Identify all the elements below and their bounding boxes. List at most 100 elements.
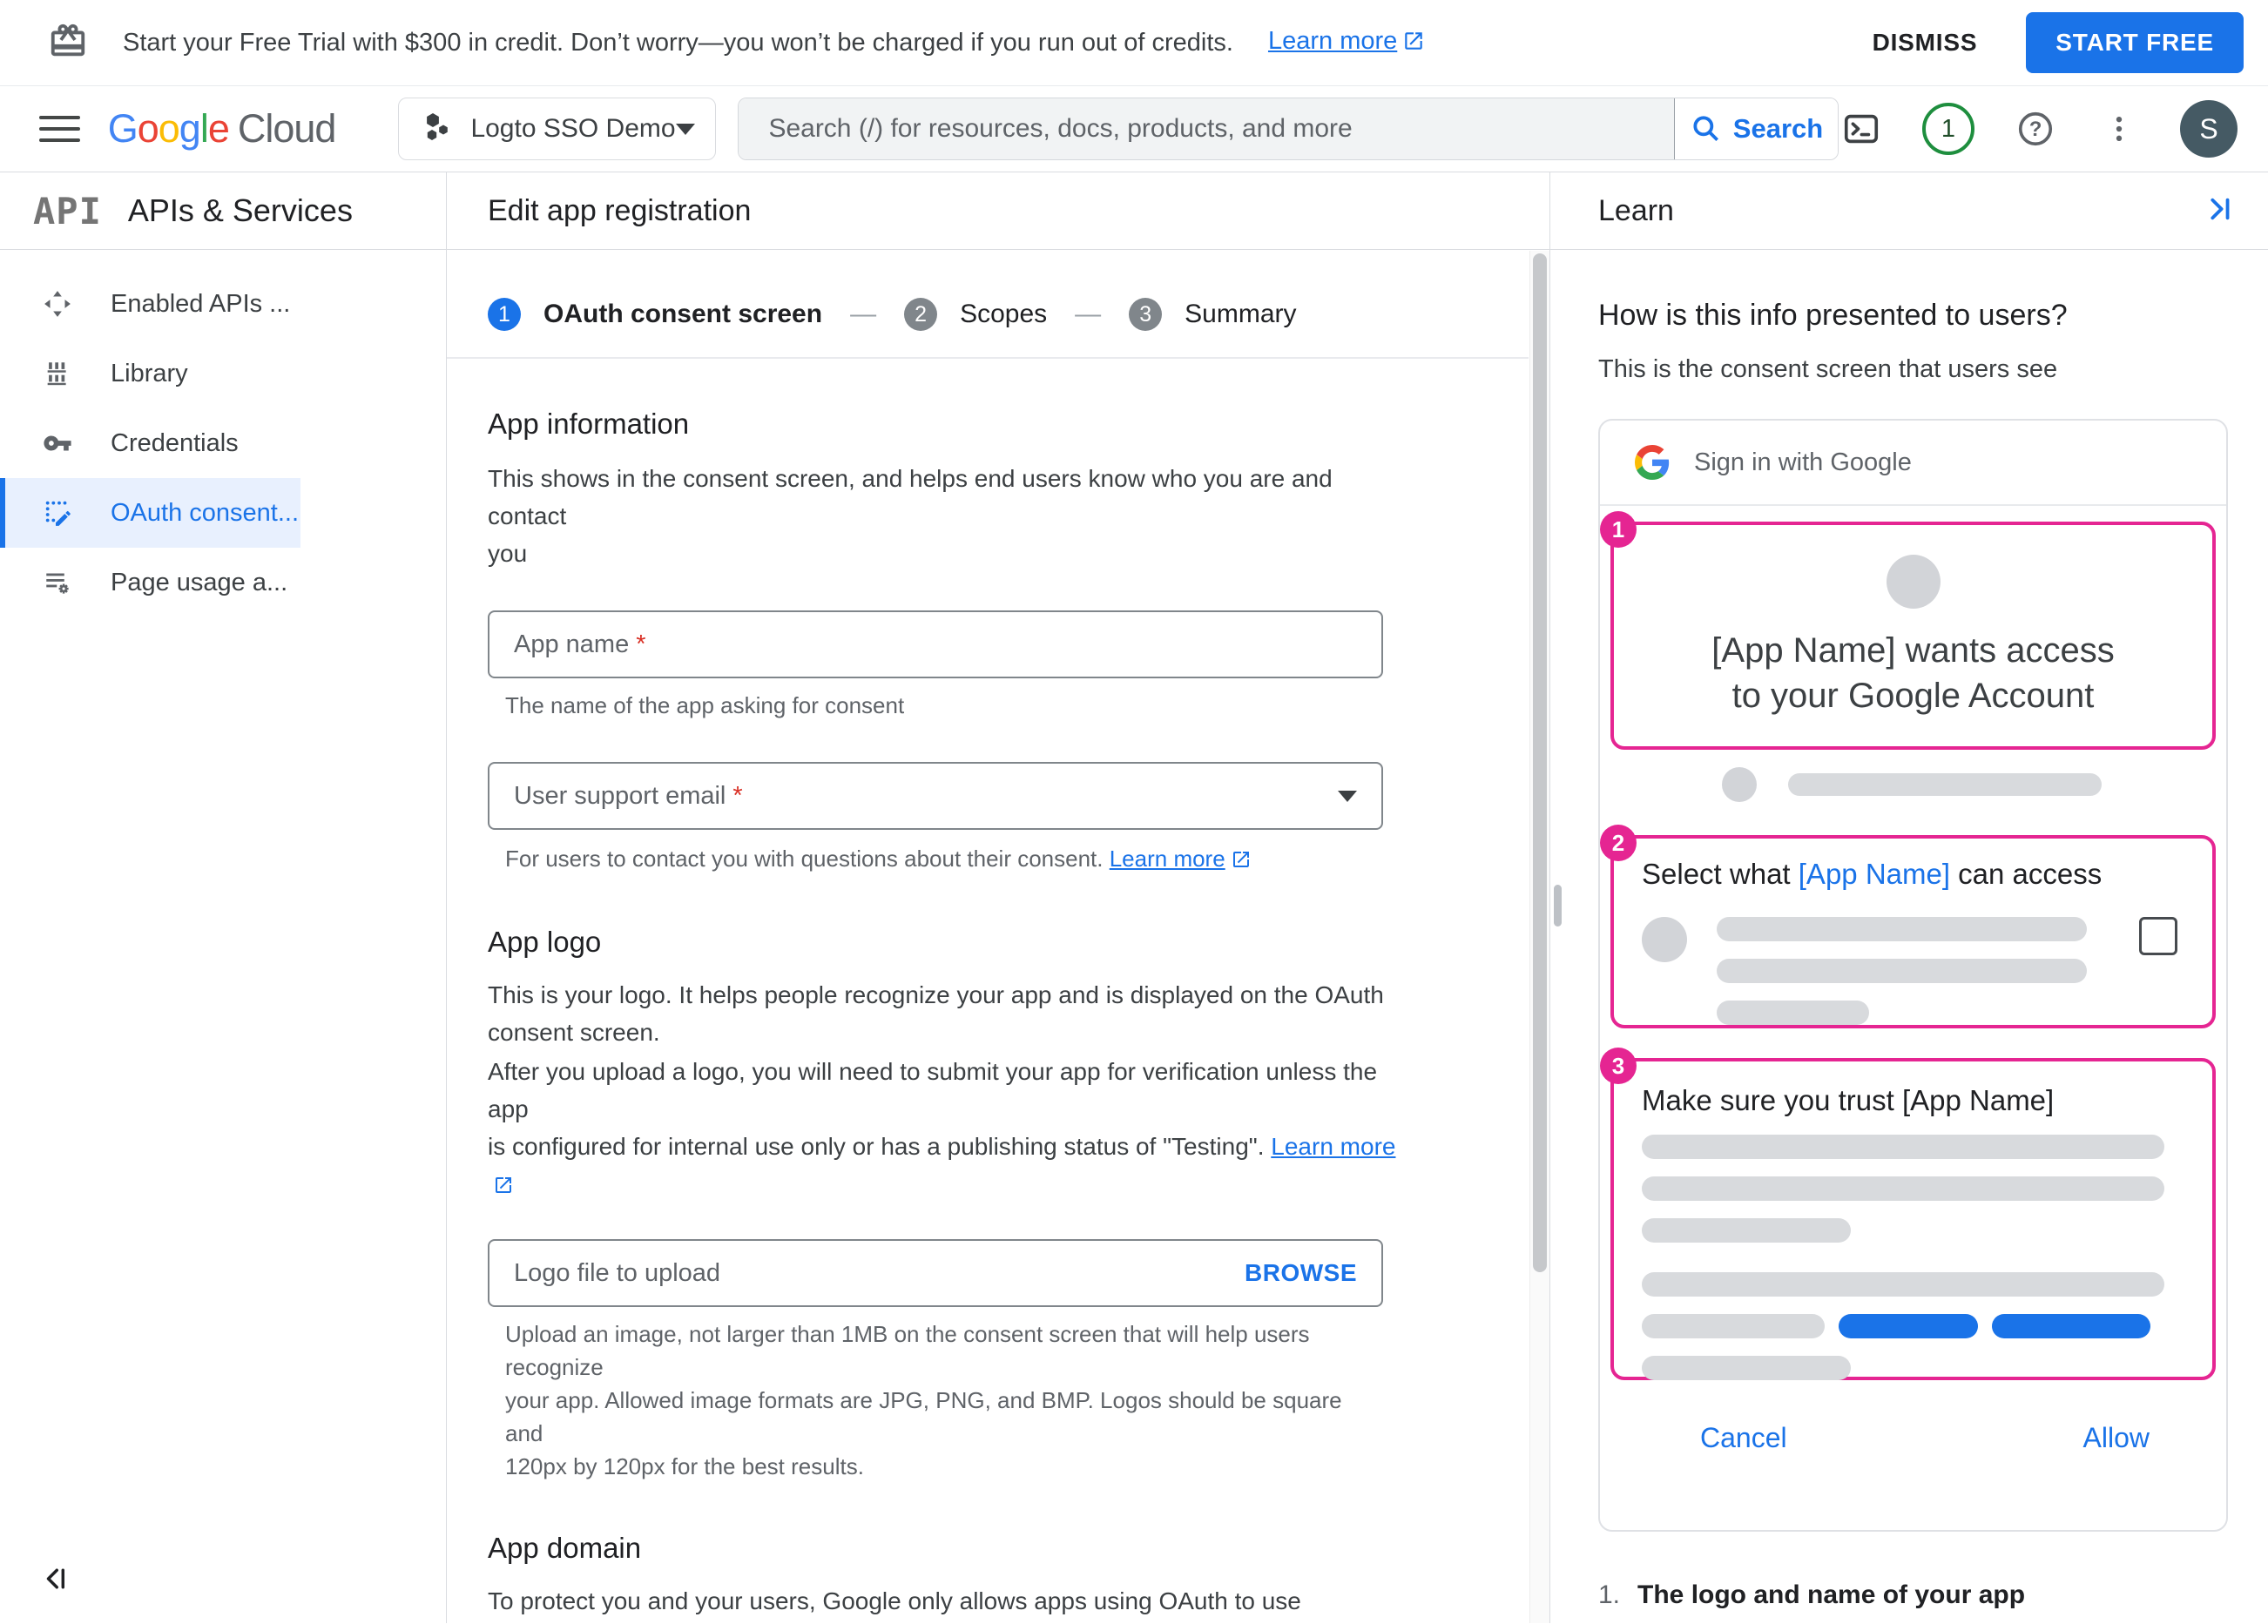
sidebar-item-label: Credentials: [111, 428, 239, 457]
sidebar-item-label: Page usage a...: [111, 568, 288, 596]
open-in-new-icon: [493, 1169, 514, 1206]
open-in-new-icon: [1402, 30, 1425, 59]
cloud-shell-icon[interactable]: [1839, 106, 1884, 152]
learn-content: How is this info presented to users? Thi…: [1550, 250, 2268, 1610]
sidebar-nav: Enabled APIs ... Library Credentials OAu…: [0, 250, 446, 617]
sidebar: API APIs & Services Enabled APIs ... Lib…: [0, 172, 447, 1623]
app-domain-heading: App domain: [488, 1532, 642, 1564]
banner-message: Start your Free Trial with $300 in credi…: [123, 28, 1233, 57]
app-domain-description: To protect you and your users, Google on…: [488, 1582, 1411, 1623]
enabled-apis-icon: [42, 289, 73, 319]
cancel-button[interactable]: Cancel: [1700, 1422, 1787, 1454]
user-support-email-select[interactable]: User support email *: [488, 762, 1383, 830]
text-line: This is your logo. It helps people recog…: [488, 981, 1384, 1008]
sidebar-item-oauth-consent[interactable]: OAuth consent...: [0, 478, 300, 548]
chevron-down-icon: [675, 123, 695, 135]
sidebar-title: APIs & Services: [127, 192, 353, 228]
step-2-label[interactable]: Scopes: [960, 300, 1047, 329]
sidebar-item-enabled-apis[interactable]: Enabled APIs ...: [0, 269, 300, 339]
text-placeholder-bar: [1642, 1314, 1825, 1338]
key-icon: [42, 428, 73, 458]
button-placeholder-bar: [1839, 1314, 1978, 1338]
browse-button[interactable]: BROWSE: [1245, 1259, 1357, 1287]
step-1-label[interactable]: OAuth consent screen: [543, 300, 822, 329]
sidebar-item-label: Library: [111, 359, 188, 387]
page-title: Edit app registration: [488, 193, 752, 227]
help-icon[interactable]: ?: [2013, 106, 2058, 152]
sidebar-item-credentials[interactable]: Credentials: [0, 408, 300, 478]
annotation-box-2: 2 Select what [App Name] can access: [1600, 825, 2216, 1028]
text-placeholder-bar: [1717, 1001, 1869, 1025]
notification-count: 1: [1941, 114, 1956, 143]
search-bar: Search: [738, 98, 1839, 160]
annotation-box-3: 3 Make sure you trust [App Name]: [1600, 1048, 2216, 1380]
main-scroll-area: 1 OAuth consent screen — 2 Scopes — 3 Su…: [447, 250, 1549, 1623]
email-helper: For users to contact you with questions …: [488, 842, 1367, 879]
more-options-icon[interactable]: [2096, 106, 2142, 152]
app-logo-heading: App logo: [488, 926, 602, 958]
search-icon: [1690, 112, 1723, 145]
logo-letter: e: [207, 106, 230, 151]
start-free-button[interactable]: START FREE: [2026, 12, 2244, 73]
footnote-number: 1.: [1598, 1580, 1621, 1609]
required-asterisk: *: [732, 781, 743, 810]
consent-actions: Cancel Allow: [1600, 1422, 2226, 1454]
allow-button[interactable]: Allow: [2083, 1422, 2150, 1454]
logo-upload-field[interactable]: Logo file to upload BROWSE: [488, 1239, 1383, 1307]
menu-icon[interactable]: [39, 108, 80, 150]
logo-learn-more-link[interactable]: Learn more: [1271, 1133, 1395, 1160]
search-input[interactable]: [739, 98, 1674, 159]
gift-icon: [48, 21, 88, 65]
text-line: After you upload a logo, you will need t…: [488, 1058, 1378, 1122]
trust-title: Make sure you trust [App Name]: [1642, 1084, 2055, 1116]
learn-subheading: This is the consent screen that users se…: [1598, 355, 2058, 383]
scrollbar-thumb[interactable]: [1533, 253, 1547, 1272]
consent-title: [App Name] wants access to your Google A…: [1614, 628, 2212, 718]
oauth-consent-icon: [42, 498, 73, 528]
text-line: can access: [1950, 858, 2103, 890]
main-header: Edit app registration: [447, 172, 1549, 250]
annotation-box-1: 1 [App Name] wants access to your Google…: [1600, 511, 2216, 750]
annotation-badge-2: 2: [1600, 825, 1637, 861]
search-button-label: Search: [1732, 113, 1824, 144]
banner-learn-more-link[interactable]: Learn more: [1268, 27, 1397, 55]
required-asterisk: *: [636, 630, 646, 658]
collapse-sidebar-icon[interactable]: [42, 1563, 73, 1599]
text-line: is configured for internal use only or h…: [488, 1133, 1272, 1160]
avatar-placeholder: [1722, 767, 1757, 802]
learn-panel: Learn How is this info presented to user…: [1550, 172, 2268, 1623]
scope-icon-placeholder: [1642, 917, 1687, 962]
learn-header: Learn: [1550, 172, 2268, 250]
sidebar-item-page-usage[interactable]: Page usage a...: [0, 548, 300, 617]
collapse-panel-icon[interactable]: [2204, 192, 2237, 230]
logo-letter: g: [179, 106, 201, 151]
sidebar-item-library[interactable]: Library: [0, 339, 300, 408]
account-avatar[interactable]: S: [2180, 100, 2238, 158]
search-button[interactable]: Search: [1674, 98, 1838, 159]
google-g-icon: [1635, 445, 1670, 480]
main-scrollbar: [1529, 251, 1549, 1623]
text-line: your app. Allowed image formats are JPG,…: [505, 1387, 1342, 1446]
text-line: 120px by 120px for the best results.: [505, 1453, 864, 1479]
app-name-field[interactable]: App name *: [488, 610, 1383, 678]
email-learn-more-link[interactable]: Learn more: [1110, 846, 1225, 872]
app-information-description: This shows in the consent screen, and he…: [488, 460, 1411, 572]
dismiss-button[interactable]: DISMISS: [1848, 13, 2002, 72]
logo-letter: G: [107, 106, 138, 151]
text-line: For users to contact you with questions …: [505, 846, 1110, 872]
panel-resize-handle[interactable]: [1554, 885, 1562, 927]
text-line: consent screen.: [488, 1019, 660, 1046]
scopes-title: Select what [App Name] can access: [1642, 858, 2188, 891]
project-selector[interactable]: Logto SSO Demo: [398, 98, 717, 160]
notifications-badge[interactable]: 1: [1922, 103, 1974, 155]
step-3-label[interactable]: Summary: [1185, 300, 1296, 329]
text-placeholder-bar: [1642, 1356, 1851, 1380]
google-cloud-logo[interactable]: Google Cloud: [107, 106, 337, 152]
google-cloud-console: Start your Free Trial with $300 in credi…: [0, 0, 2268, 1624]
text-line: To protect you and your users, Google on…: [488, 1587, 1301, 1614]
svg-text:?: ?: [2029, 118, 2042, 141]
scope-checkbox[interactable]: [2139, 917, 2177, 955]
signin-with-google-label: Sign in with Google: [1694, 448, 1912, 476]
annotation-badge-1: 1: [1600, 511, 1637, 548]
step-separator: —: [850, 300, 877, 328]
